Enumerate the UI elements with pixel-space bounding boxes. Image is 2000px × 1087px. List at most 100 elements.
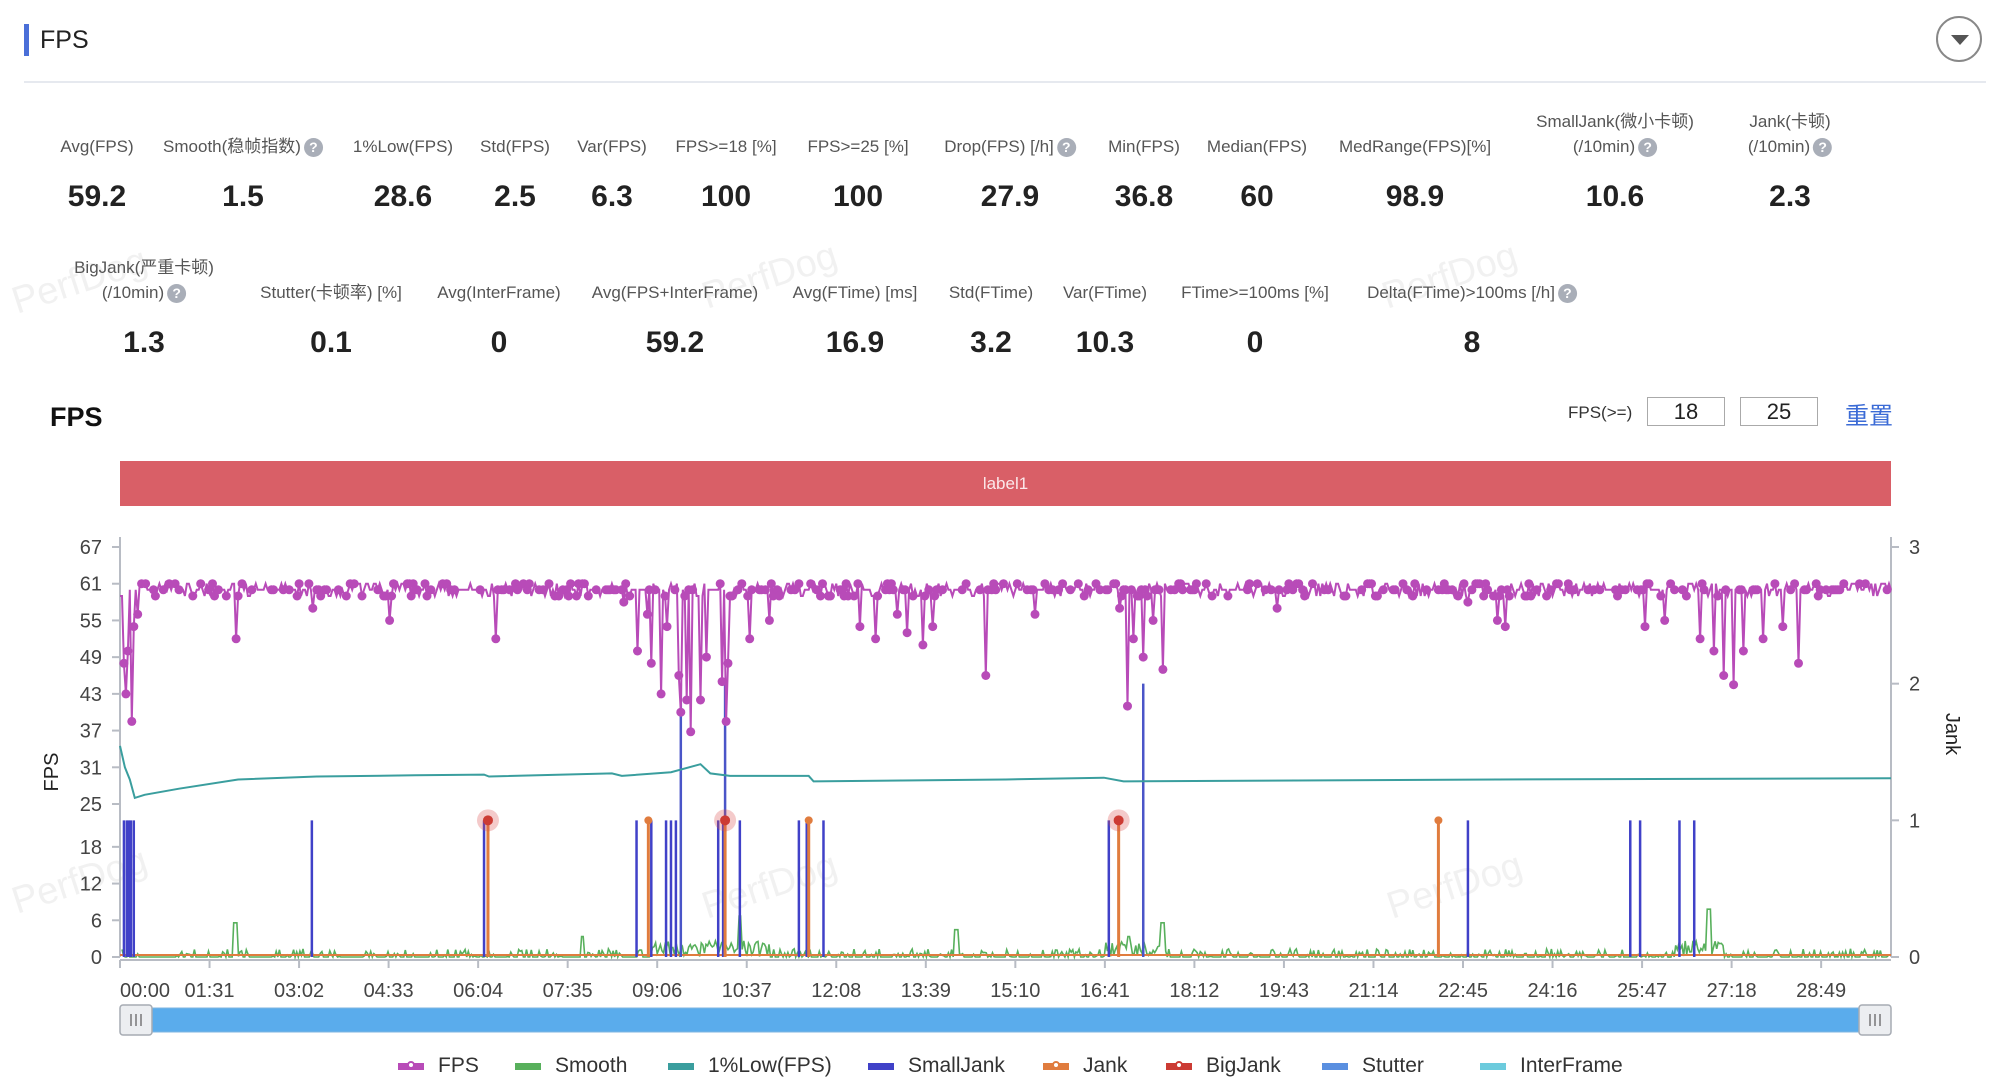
- fps-point: [1148, 615, 1158, 625]
- fps-point: [127, 716, 137, 726]
- x-tick-label: 18:12: [1169, 980, 1219, 1002]
- x-tick-label: 22:45: [1438, 980, 1488, 1002]
- legend-label: FPS: [438, 1054, 479, 1077]
- fps-point: [1410, 579, 1420, 589]
- legend-item[interactable]: FPS: [398, 1054, 479, 1078]
- legend-swatch-icon: [398, 1060, 424, 1070]
- fps-point: [1752, 585, 1762, 595]
- legend-item[interactable]: SmallJank: [868, 1054, 1005, 1078]
- x-tick-label: 15:10: [990, 980, 1040, 1002]
- fps-point: [662, 622, 672, 632]
- x-tick-label: 06:04: [453, 980, 503, 1002]
- fps-point: [308, 603, 318, 613]
- fps-point: [247, 585, 257, 595]
- legend-item[interactable]: Stutter: [1322, 1054, 1424, 1078]
- fps-point: [213, 585, 223, 595]
- fps-point: [591, 585, 601, 595]
- fps-point: [123, 646, 133, 656]
- legend-swatch-icon: [1480, 1062, 1506, 1070]
- fps-point: [1860, 579, 1870, 589]
- legend-item[interactable]: Smooth: [515, 1054, 627, 1078]
- fps-point: [1695, 634, 1705, 644]
- fps-point: [1656, 591, 1666, 601]
- fps-point: [1308, 579, 1317, 589]
- fps-point: [1272, 603, 1282, 613]
- fps-point: [1719, 671, 1729, 680]
- fps-point: [1266, 585, 1276, 595]
- fps-point: [1713, 591, 1723, 601]
- legend-item[interactable]: InterFrame: [1480, 1054, 1623, 1078]
- series-smooth-line: [121, 908, 1889, 961]
- fps-point: [385, 615, 395, 625]
- fps-point: [961, 579, 971, 589]
- fps-point: [572, 591, 581, 601]
- fps-point: [1083, 585, 1093, 595]
- fps-point: [650, 585, 660, 595]
- x-tick-label: 09:06: [632, 980, 682, 1002]
- x-tick-label: 19:43: [1259, 980, 1309, 1002]
- fps-point: [412, 585, 422, 595]
- fps-point: [660, 591, 670, 601]
- fps-chart[interactable]: 06121825313743495561670123FPSJank00:00 01…: [0, 0, 2000, 1087]
- fps-point: [322, 585, 332, 595]
- fps-point: [1123, 701, 1132, 711]
- jank-marker: [804, 816, 813, 825]
- fps-point: [918, 640, 928, 650]
- fps-point: [141, 579, 151, 589]
- fps-point: [975, 585, 985, 595]
- fps-point: [389, 579, 398, 589]
- fps-point: [849, 591, 859, 601]
- fps-point: [1128, 634, 1138, 644]
- legend-item[interactable]: 1%Low(FPS): [668, 1054, 832, 1078]
- fps-point: [121, 689, 131, 699]
- fps-point: [233, 591, 243, 601]
- fps-point: [794, 579, 804, 589]
- fps-point: [491, 634, 501, 644]
- fps-point: [294, 579, 304, 589]
- fps-point: [1115, 603, 1125, 613]
- x-tick-label: 04:33: [364, 980, 414, 1002]
- fps-point: [633, 646, 642, 656]
- legend-swatch-icon: [1322, 1062, 1348, 1070]
- fps-point: [625, 591, 635, 601]
- fps-point: [900, 585, 910, 595]
- y-tick-label: 61: [80, 574, 102, 596]
- fps-point: [1012, 579, 1022, 589]
- zoom-slider-track: [119, 1007, 1892, 1033]
- fps-point: [1882, 585, 1892, 595]
- legend-item[interactable]: Jank: [1043, 1054, 1127, 1078]
- fps-point: [1378, 585, 1388, 595]
- fps-point: [1323, 585, 1333, 595]
- fps-point: [292, 591, 302, 601]
- fps-point: [566, 579, 576, 589]
- legend-label: Stutter: [1362, 1054, 1424, 1077]
- fps-point: [1463, 597, 1473, 607]
- fps-point: [174, 585, 184, 595]
- fps-point: [1252, 579, 1262, 589]
- fps-point: [1367, 579, 1376, 589]
- fps-point: [938, 585, 947, 595]
- y-tick-label: 0: [91, 947, 102, 969]
- fps-point: [892, 609, 902, 619]
- fps-point: [1111, 579, 1121, 589]
- fps-point: [715, 579, 725, 589]
- fps-point: [908, 591, 918, 601]
- fps-point: [524, 579, 534, 589]
- fps-point: [1138, 652, 1148, 662]
- x-tick-label: 13:39: [901, 980, 951, 1002]
- legend-item[interactable]: BigJank: [1166, 1054, 1281, 1078]
- legend-swatch-icon: [868, 1062, 894, 1070]
- fps-point: [999, 579, 1008, 589]
- fps-point: [674, 671, 684, 680]
- legend-label: InterFrame: [1520, 1054, 1623, 1077]
- fps-point: [284, 585, 294, 595]
- fps-point: [621, 579, 631, 589]
- fps-point: [269, 585, 278, 595]
- fps-point: [1028, 585, 1038, 595]
- fps-point: [1709, 646, 1719, 656]
- fps-point: [1738, 646, 1748, 656]
- fps-point: [1201, 579, 1211, 589]
- fps-point: [304, 579, 314, 589]
- fps-point: [1504, 591, 1514, 601]
- fps-point: [1073, 579, 1083, 589]
